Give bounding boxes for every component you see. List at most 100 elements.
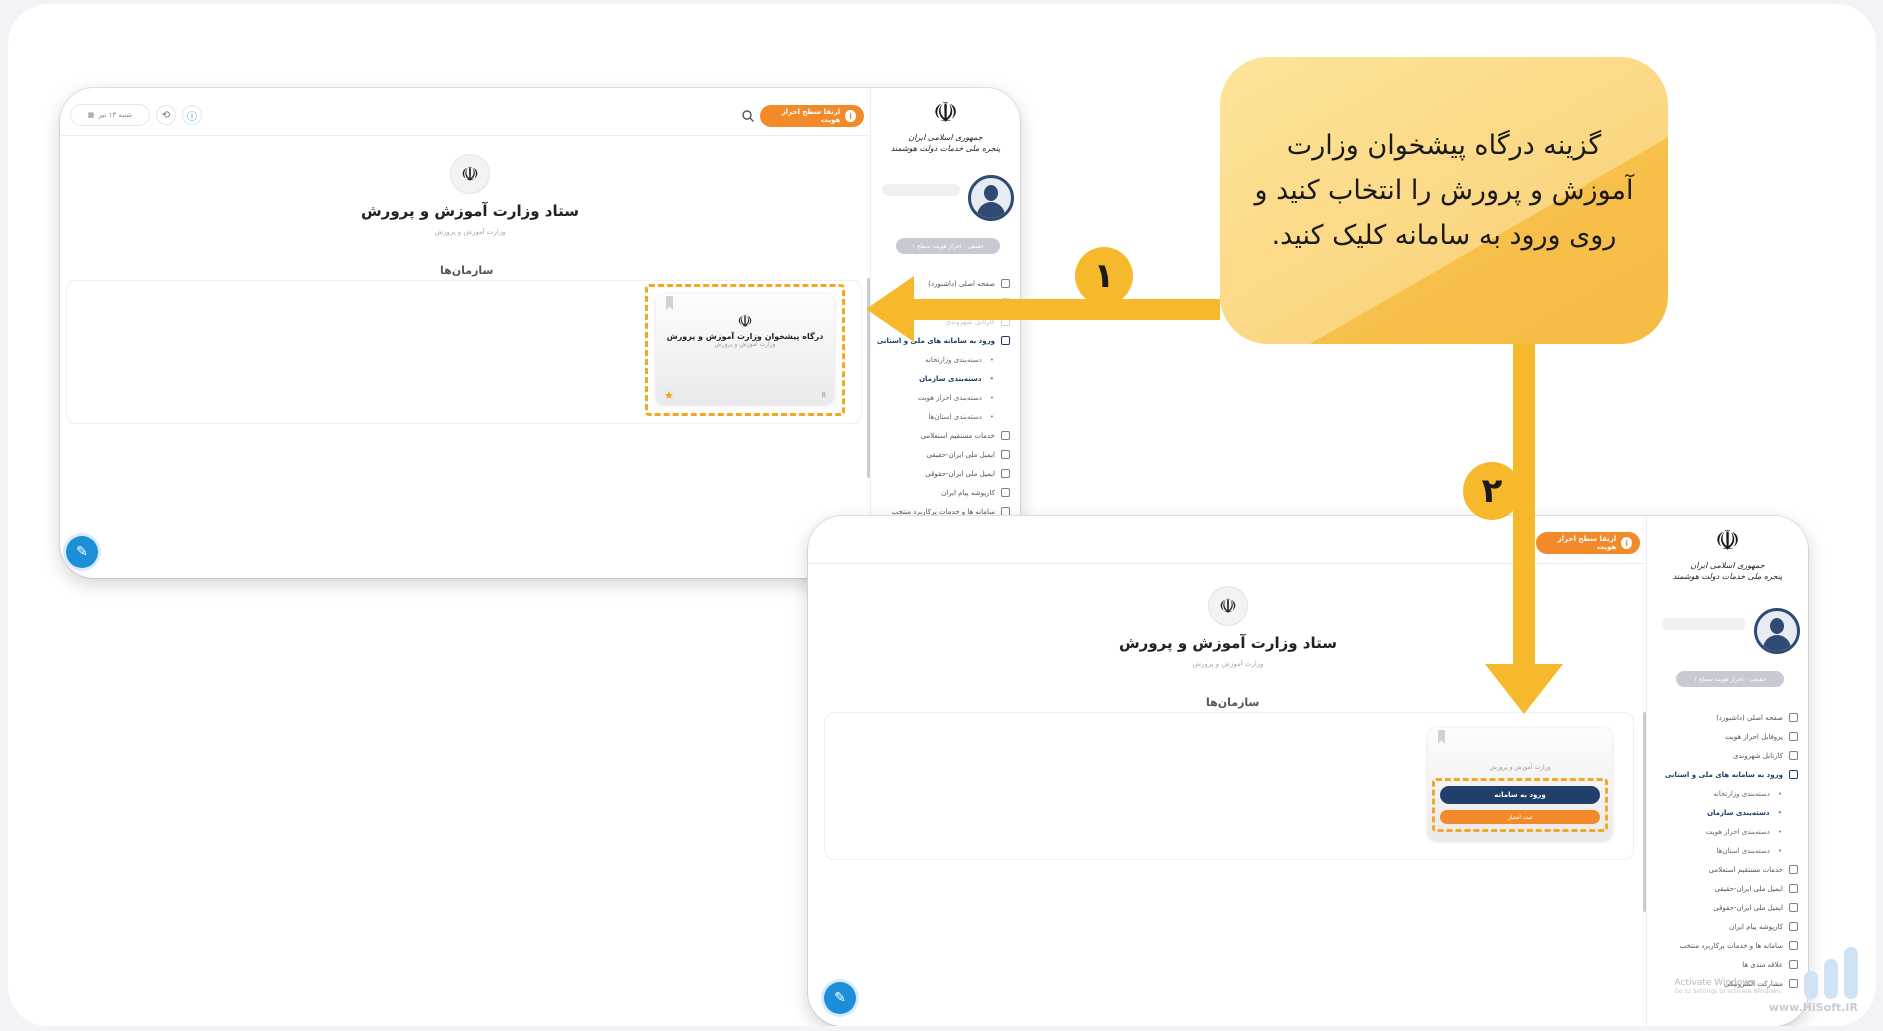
sidebar-item-cartable[interactable]: کارتابل شهروندی (1647, 746, 1808, 765)
site-logo: www.HiSoft.IR (1769, 947, 1858, 1014)
org-logo-icon: ☫ (450, 154, 490, 194)
id-card-icon (1789, 732, 1798, 741)
folder-icon (1001, 488, 1010, 497)
search-icon[interactable] (741, 109, 755, 123)
portal-caption: جمهوری اسلامی ایران پنجره ملی خدمات دولت… (890, 133, 1001, 153)
page-title: ستاد وزارت آموزش و پرورش (360, 202, 579, 220)
page-subtitle: وزارت آموزش و پرورش (434, 228, 506, 236)
sidebar-item-dashboard[interactable]: صفحه اصلی (داشبورد) (871, 274, 1020, 293)
sidebar-item-cartable[interactable]: کارتابل شهروندی (871, 312, 1020, 331)
screenshot-step-1: ▦ شنبه ۱۳ تیر ⟲ ⓘ i ارتقا سطح احراز هویت… (60, 88, 1020, 578)
org-logo-icon: ☫ (737, 312, 753, 332)
section-title: سازمان‌ها (440, 264, 494, 277)
rate-button[interactable]: ثبت امتیاز (1440, 810, 1600, 824)
scrollbar[interactable] (1643, 712, 1646, 912)
sidebar-subitem-identity[interactable]: دسته‌بندی احراز هویت (871, 388, 1020, 407)
card-subtitle: وزارت آموزش و پرورش (714, 341, 776, 348)
sidebar-item-profile[interactable]: پروفایل احراز هویت (1647, 727, 1808, 746)
enter-system-button[interactable]: ورود به سامانه (1440, 786, 1600, 804)
folder-icon (1789, 922, 1798, 931)
login-icon (1001, 336, 1010, 345)
sidebar-item-message-folder[interactable]: کارپوشه پیام ایران (871, 483, 1020, 502)
scrollbar[interactable] (867, 278, 870, 478)
grid-icon (1001, 279, 1010, 288)
sidebar-item-national-systems[interactable]: ورود به سامانه های ملی و استانی (1647, 765, 1808, 784)
id-card-icon (1001, 298, 1010, 307)
sidebar-subitem-organization[interactable]: دسته‌بندی سازمان (1647, 803, 1808, 822)
upgrade-identity-button[interactable]: i ارتقا سطح احراز هویت (1536, 532, 1640, 554)
org-logo-icon: ☫ (1208, 586, 1248, 626)
sidebar-item-national-systems[interactable]: ورود به سامانه های ملی و استانی (871, 331, 1020, 350)
sidebar-item-inquiry[interactable]: خدمات مستقیم استعلامی (871, 426, 1020, 445)
sidebar: ☫ جمهوری اسلامی ایران پنجره ملی خدمات دو… (870, 88, 1020, 578)
user-name-blurred (1662, 618, 1746, 630)
hisoft-logo-icon (1769, 947, 1858, 999)
instruction-text: گزینه درگاه پیشخوان وزارت آموزش و پرورش … (1254, 130, 1634, 251)
login-icon (1789, 770, 1798, 779)
section-title: سازمان‌ها (1206, 696, 1260, 709)
sidebar-item-inquiry[interactable]: خدمات مستقیم استعلامی (1647, 860, 1808, 879)
tutorial-canvas: ▦ شنبه ۱۳ تیر ⟲ ⓘ i ارتقا سطح احراز هویت… (8, 4, 1876, 1026)
mail-icon (1001, 469, 1010, 478)
info-icon: i (845, 110, 856, 122)
page-subtitle: وزارت آموزش و پرورش (1192, 660, 1264, 668)
upgrade-identity-button[interactable]: i ارتقا سطح احراز هویت (760, 105, 864, 127)
iran-emblem-icon: ☫ (1714, 524, 1741, 557)
history-icon[interactable]: ⟲ (156, 105, 176, 125)
mail-icon (1789, 903, 1798, 912)
info-icon: i (1621, 537, 1632, 549)
top-bar: ▦ شنبه ۱۳ تیر ⟲ ⓘ i ارتقا سطح احراز هویت (60, 96, 870, 136)
card-title: درگاه پیشخوان وزارت آموزش و پرورش (666, 332, 824, 341)
sidebar-subitem-identity[interactable]: دسته‌بندی احراز هویت (1647, 822, 1808, 841)
sidebar-subitem-ministry[interactable]: دسته‌بندی وزارتخانه (871, 350, 1020, 369)
database-icon (1789, 865, 1798, 874)
sidebar-item-message-folder[interactable]: کارپوشه پیام ایران (1647, 917, 1808, 936)
mail-icon (1789, 884, 1798, 893)
sidebar-item-email-legal[interactable]: ایمیل ملی ایران-حقوقی (871, 464, 1020, 483)
step-2-badge: ۲ (1463, 462, 1521, 520)
chat-icon[interactable]: ✎ (824, 982, 856, 1014)
portal-caption: جمهوری اسلامی ایران پنجره ملی خدمات دولت… (1672, 561, 1783, 581)
bookmark-icon (666, 296, 673, 310)
mail-icon (1001, 450, 1010, 459)
org-header: ☫ ستاد وزارت آموزش و پرورش وزارت آموزش و… (280, 154, 660, 236)
search-icon[interactable] (1514, 536, 1528, 550)
avatar[interactable] (968, 175, 1014, 221)
sidebar-subitem-organization[interactable]: دسته‌بندی سازمان (871, 369, 1020, 388)
sidebar-subitem-ministry[interactable]: دسته‌بندی وزارتخانه (1647, 784, 1808, 803)
top-bar: i ارتقا سطح احراز هویت (808, 524, 1646, 564)
star-icon[interactable]: ★ (664, 389, 674, 402)
org-card[interactable]: ☫ درگاه پیشخوان وزارت آموزش و پرورش وزار… (656, 294, 834, 404)
view-counter: 8 (821, 391, 826, 399)
screenshot-step-2: i ارتقا سطح احراز هویت ☫ جمهوری اسلامی ا… (808, 516, 1808, 1026)
auth-level-badge: حقیقی - احراز هویت سطح ۱ (1676, 671, 1784, 687)
page-title: ستاد وزارت آموزش و پرورش (1118, 634, 1337, 652)
sidebar-item-dashboard[interactable]: صفحه اصلی (داشبورد) (1647, 708, 1808, 727)
sidebar-item-profile[interactable]: پروفایل احراز هویت (871, 293, 1020, 312)
auth-level-badge: حقیقی - احراز هویت سطح ۱ (896, 238, 1000, 254)
inbox-icon (1789, 751, 1798, 760)
bookmark-icon (1438, 730, 1445, 744)
database-icon (1001, 431, 1010, 440)
user-name-blurred (882, 184, 960, 196)
sidebar-item-email-legal[interactable]: ایمیل ملی ایران-حقوقی (1647, 898, 1808, 917)
sidebar-subitem-provinces[interactable]: دسته‌بندی استان‌ها (1647, 841, 1808, 860)
calendar-icon: ▦ (87, 111, 95, 119)
sidebar-subitem-provinces[interactable]: دسته‌بندی استان‌ها (871, 407, 1020, 426)
avatar[interactable] (1754, 608, 1800, 654)
apps-icon (1001, 507, 1010, 516)
windows-watermark: Activate Windows Go to Settings to activ… (1674, 978, 1782, 995)
site-url: www.HiSoft.IR (1768, 1001, 1858, 1014)
card-subtitle: وزارت آموزش و پرورش (1489, 764, 1551, 771)
chat-icon[interactable]: ✎ (66, 536, 98, 568)
sidebar-item-email-real[interactable]: ایمیل ملی ایران-حقیقی (1647, 879, 1808, 898)
grid-icon (1789, 713, 1798, 722)
step-1-badge: ۱ (1075, 247, 1133, 305)
inbox-icon (1001, 317, 1010, 326)
info-icon[interactable]: ⓘ (182, 105, 202, 125)
sidebar-item-email-real[interactable]: ایمیل ملی ایران-حقیقی (871, 445, 1020, 464)
iran-emblem-icon: ☫ (932, 96, 959, 129)
instruction-callout: گزینه درگاه پیشخوان وزارت آموزش و پرورش … (1220, 57, 1668, 344)
date-picker[interactable]: ▦ شنبه ۱۳ تیر (70, 104, 150, 126)
org-header: ☫ ستاد وزارت آموزش و پرورش وزارت آموزش و… (1038, 586, 1418, 668)
